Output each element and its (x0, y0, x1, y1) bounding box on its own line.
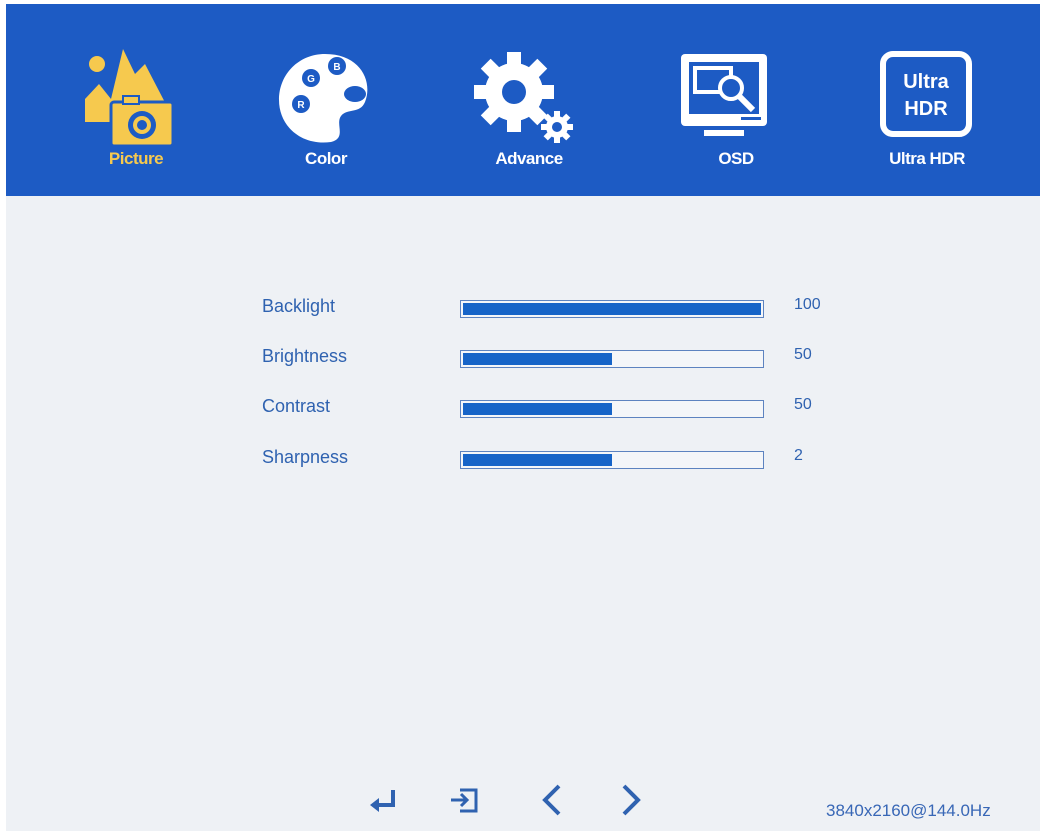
setting-value: 50 (794, 396, 812, 413)
enter-icon[interactable] (366, 780, 402, 820)
osd-monitor-icon (681, 54, 767, 136)
slider-fill (463, 454, 612, 466)
setting-value: 2 (794, 447, 803, 464)
right-arrow-icon[interactable] (613, 780, 649, 820)
setting-value: 100 (794, 296, 821, 313)
backlight-slider[interactable] (460, 300, 764, 318)
tab-label: Picture (108, 149, 164, 168)
svg-text:R: R (297, 100, 305, 111)
setting-label: Contrast (262, 396, 331, 416)
tab-label: Color (305, 149, 347, 168)
tab-ultra-hdr[interactable]: Ultra HDR Ultra HDR (862, 4, 992, 196)
tab-picture[interactable]: Picture (71, 4, 201, 196)
slider-fill (463, 403, 612, 415)
picture-icon (85, 49, 175, 148)
tab-osd[interactable]: OSD (671, 4, 801, 196)
setting-row-brightness: Brightness 50 (262, 346, 862, 370)
exit-icon[interactable] (447, 780, 483, 820)
tab-label: Ultra HDR (889, 149, 965, 168)
svg-text:G: G (307, 74, 315, 85)
tab-label: Advance (495, 149, 563, 168)
setting-label: Brightness (262, 346, 348, 366)
setting-row-backlight: Backlight 100 (262, 296, 862, 320)
setting-label: Backlight (262, 296, 336, 316)
gear-icon (474, 52, 573, 143)
tab-advance[interactable]: Advance (464, 4, 594, 196)
slider-fill (463, 303, 761, 315)
tab-label: OSD (718, 149, 754, 168)
menu-tab-bar: Picture B G R Color Advance OSD Ultra HD… (6, 4, 1040, 196)
resolution-readout: 3840x2160@144.0Hz (826, 801, 991, 820)
setting-value: 50 (794, 346, 812, 363)
ultra-hdr-icon-text: Ultra (903, 71, 949, 93)
setting-row-sharpness: Sharpness 2 (262, 447, 862, 471)
contrast-slider[interactable] (460, 400, 764, 418)
tab-color[interactable]: B G R Color (261, 4, 391, 196)
ultra-hdr-icon: Ultra HDR (880, 51, 972, 137)
setting-label: Sharpness (262, 447, 349, 467)
ultra-hdr-icon-text: HDR (904, 98, 948, 120)
svg-text:B: B (333, 62, 340, 73)
brightness-slider[interactable] (460, 350, 764, 368)
sharpness-slider[interactable] (460, 451, 764, 469)
osd-menu: Picture B G R Color Advance OSD Ultra HD… (6, 4, 1040, 831)
left-arrow-icon[interactable] (534, 780, 570, 820)
color-palette-icon: B G R (279, 54, 368, 143)
setting-row-contrast: Contrast 50 (262, 396, 862, 420)
slider-fill (463, 353, 612, 365)
